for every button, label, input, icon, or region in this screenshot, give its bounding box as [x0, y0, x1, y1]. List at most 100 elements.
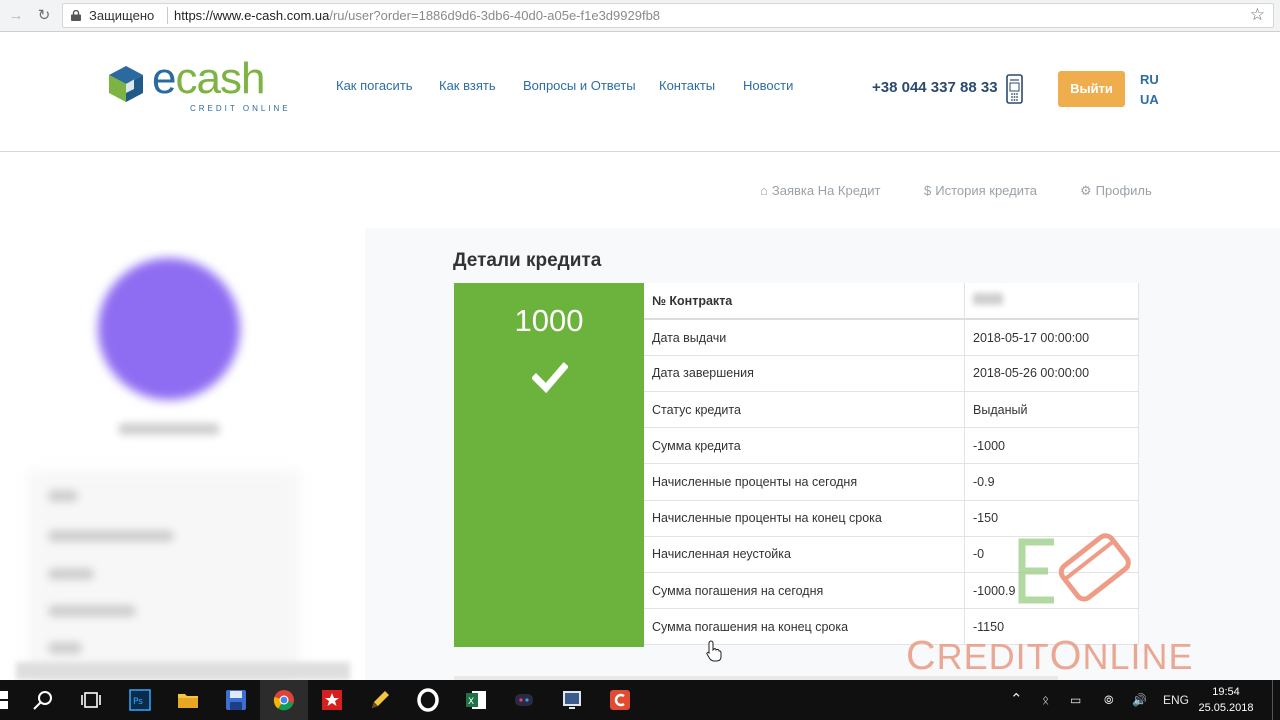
browser-toolbar: → ↻ Защищено https://www.e-cash.com.ua/r…: [0, 0, 1280, 32]
contract-number-label: № Контракта: [644, 283, 965, 321]
file-explorer-icon[interactable]: [176, 688, 200, 712]
wifi-icon[interactable]: ⦾: [1104, 680, 1114, 720]
nav-how-to-repay[interactable]: Как погасить: [336, 78, 413, 93]
creditonline-watermark-text: CREDITONLINE: [906, 632, 1194, 679]
screen-capture-icon[interactable]: [560, 688, 584, 712]
sidebar-bottom-bar: [16, 662, 350, 680]
photoshop-icon[interactable]: Ps: [128, 688, 152, 712]
secure-label: Защищено: [89, 8, 155, 23]
row-value: 2018-05-26 00:00:00: [964, 355, 1139, 393]
nav-contacts[interactable]: Контакты: [659, 78, 715, 93]
table-row: Сумма кредита -1000: [644, 427, 1139, 465]
subnav-profile-label: Профиль: [1095, 183, 1152, 198]
logo-cash: cash: [175, 54, 265, 103]
row-label: Начисленная неустойка: [644, 536, 965, 574]
nav-faq[interactable]: Вопросы и Ответы: [523, 78, 636, 93]
table-row: № Контракта: [644, 283, 1139, 321]
svg-text:Ps: Ps: [133, 697, 143, 707]
system-clock[interactable]: 19:54 25.05.2018: [1196, 684, 1256, 716]
row-label: Начисленные проценты на конец срока: [644, 500, 965, 537]
bookmark-app-icon[interactable]: [320, 688, 344, 712]
game-controller-icon[interactable]: [512, 688, 536, 712]
url-text[interactable]: https://www.e-cash.com.ua/ru/user?order=…: [174, 8, 660, 23]
table-row: Начисленные проценты на сегодня -0.9: [644, 463, 1139, 501]
row-label: Статус кредита: [644, 391, 965, 429]
row-value: -0.9: [964, 463, 1139, 501]
logout-button[interactable]: Выйти: [1058, 71, 1125, 107]
row-label: Сумма кредита: [644, 427, 965, 465]
site-header: ecash CREDIT ONLINE Как погасить Как взя…: [0, 32, 1280, 152]
row-label: Сумма погашения на сегодня: [644, 572, 965, 610]
url-path: /ru/user?order=1886d9d6-3db6-40d0-a05e-f…: [329, 8, 661, 23]
credit-amount: 1000: [514, 303, 584, 338]
clock-date: 25.05.2018: [1198, 702, 1254, 714]
hand-cursor-icon: [706, 640, 722, 662]
subnav-credit-history[interactable]: $ История кредита: [924, 183, 1037, 198]
row-value: -1000: [964, 427, 1139, 465]
search-icon[interactable]: [31, 688, 55, 712]
subnav-credit-history-label: История кредита: [935, 183, 1038, 198]
camtasia-icon[interactable]: [608, 688, 632, 712]
windows-taskbar: Ps X ⌃ ᛟ ▭ ⦾ 🔊 ENG 19:54 25.05.2018: [0, 680, 1280, 720]
avatar: [98, 258, 240, 400]
wm-redit: REDIT: [936, 636, 1050, 677]
table-row: Статус кредита Выданый: [644, 391, 1139, 429]
lang-ua[interactable]: UA: [1140, 92, 1159, 107]
row-value: 2018-05-17 00:00:00: [964, 319, 1139, 356]
excel-icon[interactable]: X: [464, 688, 488, 712]
reload-icon[interactable]: ↻: [34, 6, 54, 26]
phone-number[interactable]: +38 044 337 88 33: [872, 79, 998, 96]
battery-icon[interactable]: ▭: [1070, 680, 1081, 720]
sidebar-item-blurred[interactable]: [48, 530, 174, 542]
table-row: Дата завершения 2018-05-26 00:00:00: [644, 355, 1139, 393]
mobile-phone-icon: [1006, 74, 1023, 104]
creditonline-watermark-logo: [1018, 533, 1131, 604]
subnav-credit-application[interactable]: ⌂ Заявка На Кредит: [760, 183, 880, 198]
pencil-app-icon[interactable]: [368, 688, 392, 712]
subnav-profile[interactable]: ⚙ Профиль: [1080, 183, 1152, 199]
row-label: Начисленные проценты на сегодня: [644, 463, 965, 501]
logo-e: e: [152, 54, 177, 103]
table-row: Дата выдачи 2018-05-17 00:00:00: [644, 319, 1139, 356]
clock-time: 19:54: [1212, 686, 1240, 698]
bluetooth-icon[interactable]: ᛟ: [1042, 680, 1049, 720]
sidebar-item-blurred[interactable]: [48, 490, 78, 502]
chrome-icon[interactable]: [272, 688, 296, 712]
url-divider: [167, 7, 168, 24]
task-view-icon[interactable]: [79, 688, 103, 712]
address-bar[interactable]: Защищено https://www.e-cash.com.ua/ru/us…: [62, 3, 1274, 28]
lock-icon: [71, 10, 81, 21]
checkmark-icon: [532, 362, 568, 393]
svg-text:X: X: [468, 697, 474, 707]
subnav-credit-application-label: Заявка На Кредит: [771, 183, 881, 198]
url-host: https://www.e-cash.com.ua: [174, 8, 330, 23]
ecash-logo[interactable]: ecash CREDIT ONLINE: [106, 54, 296, 122]
dollar-icon: $: [924, 183, 932, 198]
opera-icon[interactable]: [416, 688, 440, 712]
logo-cube-icon: [109, 66, 143, 102]
profile-sidebar: [0, 230, 365, 680]
row-label: Дата выдачи: [644, 319, 965, 356]
sidebar-item-blurred[interactable]: [48, 642, 82, 654]
logo-subtitle: CREDIT ONLINE: [190, 104, 291, 113]
nav-news[interactable]: Новости: [743, 78, 793, 93]
chevron-up-icon[interactable]: ⌃: [1010, 680, 1023, 720]
nav-how-to-take[interactable]: Как взять: [439, 78, 496, 93]
wm-nline: NLINE: [1082, 636, 1194, 677]
sidebar-item-blurred[interactable]: [48, 605, 136, 617]
gear-icon: ⚙: [1080, 183, 1092, 198]
blurred-contract-number: [973, 293, 1003, 306]
save-disk-icon[interactable]: [224, 688, 248, 712]
wm-c: C: [906, 632, 937, 678]
sidebar-item-blurred[interactable]: [48, 568, 94, 580]
language-indicator[interactable]: ENG: [1163, 680, 1189, 720]
row-label: Дата завершения: [644, 355, 965, 393]
row-value: Выданый: [964, 391, 1139, 429]
start-icon[interactable]: [0, 688, 10, 712]
lang-ru[interactable]: RU: [1140, 72, 1159, 87]
bookmark-star-icon[interactable]: ☆: [1250, 5, 1265, 25]
volume-icon[interactable]: 🔊: [1132, 680, 1147, 720]
page-title: Детали кредита: [453, 250, 602, 271]
forward-icon[interactable]: →: [6, 6, 26, 26]
show-desktop-button[interactable]: [1272, 680, 1280, 720]
